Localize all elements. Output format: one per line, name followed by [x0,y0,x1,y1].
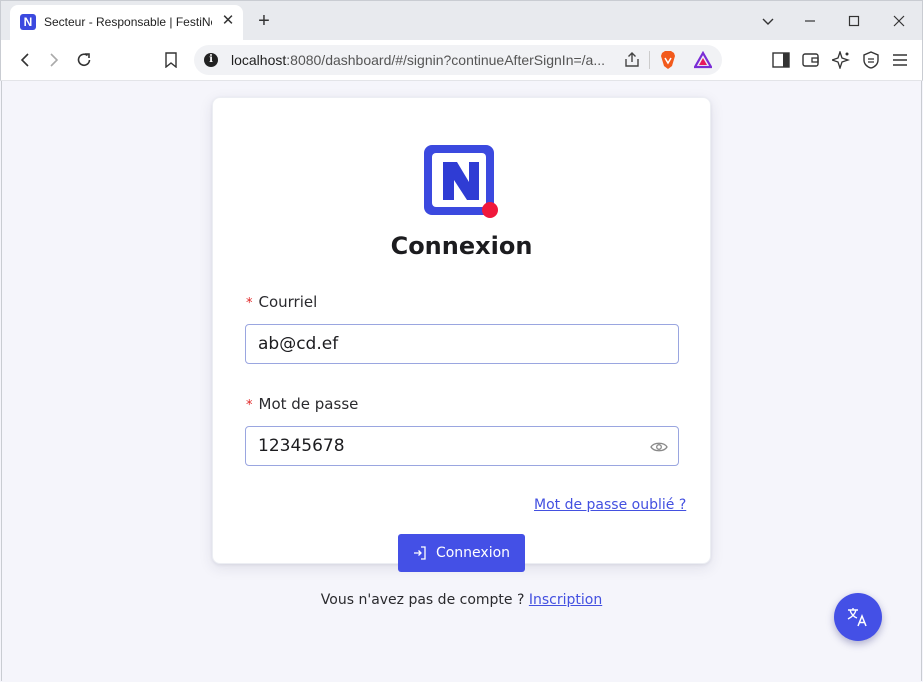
translate-icon [847,608,867,627]
maximize-icon[interactable] [842,9,866,33]
tab-close-icon[interactable]: ✕ [219,12,237,30]
eye-icon[interactable] [649,437,669,457]
browser-titlebar: N Secteur - Responsable | FestiNe ✕ + [0,0,923,41]
address-bar[interactable]: i localhost:8080/dashboard/#/signin?cont… [194,45,722,75]
tab-search-chevron-icon[interactable] [756,9,780,33]
email-field[interactable] [245,324,679,364]
menu-icon[interactable] [888,48,912,72]
new-tab-icon[interactable]: + [253,10,275,32]
signup-prompt: Vous n'avez pas de compte ? Inscription [213,592,710,608]
signin-button[interactable]: Connexion [398,534,525,572]
url-path: :8080/dashboard/#/signin?continueAfterSi… [286,52,605,68]
site-info-icon[interactable]: i [204,53,218,67]
signup-link[interactable]: Inscription [529,592,602,608]
brave-rewards-icon[interactable] [691,48,715,72]
minimize-icon[interactable] [798,9,822,33]
email-label: * Courriel [246,293,317,311]
password-label: * Mot de passe [246,395,358,413]
sidebar-toggle-icon[interactable] [769,48,793,72]
vpn-shield-icon[interactable] [859,48,883,72]
bookmark-icon[interactable] [159,48,183,72]
omnibox-divider [649,51,650,69]
password-label-text: Mot de passe [258,395,359,413]
tab-favicon-icon: N [20,14,36,30]
close-window-icon[interactable] [887,9,911,33]
no-account-text: Vous n'avez pas de compte ? [320,592,529,608]
url-text[interactable]: localhost:8080/dashboard/#/signin?contin… [231,52,613,68]
email-label-text: Courriel [258,293,318,311]
required-marker: * [246,398,253,413]
browser-toolbar: i localhost:8080/dashboard/#/signin?cont… [0,40,923,81]
forgot-password-link[interactable]: Mot de passe oublié ? [534,497,686,513]
language-button[interactable] [834,593,882,641]
password-field[interactable] [245,426,679,466]
share-icon[interactable] [620,48,644,72]
signin-button-label: Connexion [435,545,511,561]
forward-icon[interactable] [42,48,66,72]
url-host: localhost [231,52,287,68]
sign-in-icon [413,546,427,560]
festinet-logo-icon [424,145,498,218]
leo-ai-icon[interactable] [829,48,853,72]
back-icon[interactable] [13,48,37,72]
reload-icon[interactable] [72,48,96,72]
browser-tab[interactable]: N Secteur - Responsable | FestiNe ✕ [10,5,243,41]
tab-title: Secteur - Responsable | FestiNe [44,15,212,29]
brave-shields-icon[interactable] [656,48,680,72]
page-title: Connexion [390,232,533,260]
required-marker: * [246,296,253,311]
wallet-icon[interactable] [799,48,823,72]
